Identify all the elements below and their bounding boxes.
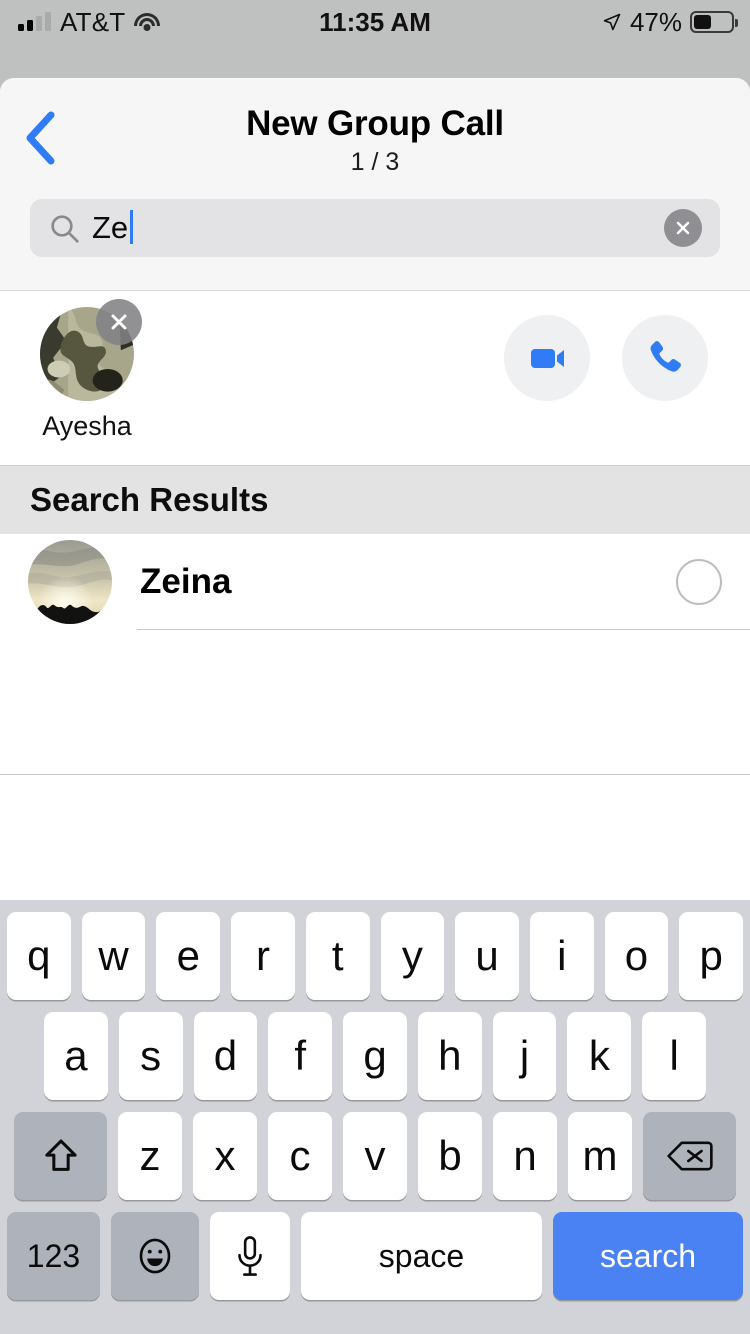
- avatar: [28, 540, 112, 624]
- key-a[interactable]: a: [43, 1012, 108, 1100]
- battery-percent-label: 47%: [629, 6, 682, 37]
- key-w[interactable]: w: [81, 912, 146, 1000]
- phone-screen: AT&T 11:35 AM 47% Edit All Missed: [0, 0, 750, 1334]
- key-e[interactable]: e: [156, 912, 221, 1000]
- numbers-key[interactable]: 123: [7, 1212, 100, 1300]
- backspace-key[interactable]: [643, 1112, 736, 1200]
- circle-unchecked-icon[interactable]: [676, 559, 722, 605]
- text-caret: [130, 210, 134, 244]
- microphone-icon: [238, 1236, 262, 1276]
- keyboard-row-2: a s d f g h j k l: [0, 1012, 750, 1100]
- key-q[interactable]: q: [6, 912, 71, 1000]
- key-c[interactable]: c: [268, 1112, 332, 1200]
- selected-participant-name: Ayesha: [42, 411, 132, 441]
- battery-icon: [690, 11, 738, 33]
- return-search-key[interactable]: search: [553, 1212, 743, 1300]
- list-item-empty: [0, 630, 750, 775]
- key-m[interactable]: m: [568, 1112, 632, 1200]
- keyboard-row-3: z x c v b n m: [0, 1112, 750, 1200]
- emoji-key[interactable]: [111, 1212, 199, 1300]
- dictation-key[interactable]: [210, 1212, 290, 1300]
- key-g[interactable]: g: [343, 1012, 407, 1100]
- key-f[interactable]: f: [268, 1012, 333, 1100]
- key-o[interactable]: o: [604, 912, 669, 1000]
- keyboard-row-4: 123 space search: [0, 1212, 750, 1300]
- remove-x-icon: [111, 314, 127, 330]
- key-x[interactable]: x: [193, 1112, 257, 1200]
- new-group-call-sheet: New Group Call 1 / 3 Ze Ayesha Search Re…: [0, 78, 750, 1334]
- key-k[interactable]: k: [567, 1012, 632, 1100]
- clear-circle-icon: [676, 221, 690, 235]
- search-field[interactable]: Ze: [30, 199, 720, 257]
- key-y[interactable]: y: [380, 912, 445, 1000]
- list-item-name: Zeina: [140, 562, 232, 601]
- location-arrow-icon: [603, 13, 621, 31]
- key-v[interactable]: v: [343, 1112, 407, 1200]
- search-results-header: Search Results: [0, 466, 750, 534]
- search-input[interactable]: Ze: [92, 210, 134, 246]
- page-title: New Group Call: [246, 104, 504, 143]
- video-camera-icon: [531, 349, 564, 368]
- key-l[interactable]: l: [642, 1012, 707, 1100]
- key-t[interactable]: t: [305, 912, 370, 1000]
- list-item[interactable]: Zeina: [0, 534, 750, 630]
- remove-participant-button[interactable]: [96, 299, 142, 345]
- emoji-smiley-icon: [139, 1238, 171, 1274]
- key-d[interactable]: d: [193, 1012, 258, 1100]
- chip-avatar-wrap: [40, 299, 142, 401]
- search-icon: [51, 215, 79, 243]
- space-key[interactable]: space: [301, 1212, 542, 1300]
- key-h[interactable]: h: [417, 1012, 482, 1100]
- key-n[interactable]: n: [493, 1112, 557, 1200]
- selected-participant-chip[interactable]: Ayesha: [32, 299, 142, 442]
- on-screen-keyboard: q w e r t y u i o p a s d f g h j k l z …: [0, 900, 750, 1334]
- backspace-icon: [666, 1141, 713, 1171]
- list-item-empty: [0, 775, 750, 920]
- search-results-list: Zeina: [0, 534, 750, 920]
- key-s[interactable]: s: [118, 1012, 183, 1100]
- photo-sunset-avatar: [28, 540, 112, 624]
- clear-search-button[interactable]: [664, 209, 702, 247]
- key-z[interactable]: z: [118, 1112, 182, 1200]
- shift-arrow-icon: [44, 1139, 77, 1171]
- key-j[interactable]: j: [492, 1012, 557, 1100]
- key-b[interactable]: b: [418, 1112, 482, 1200]
- keyboard-row-1: q w e r t y u i o p: [0, 912, 750, 1000]
- key-r[interactable]: r: [231, 912, 295, 1000]
- video-call-button[interactable]: [504, 315, 590, 401]
- status-bar: AT&T 11:35 AM 47%: [0, 0, 750, 44]
- search-input-value: Ze: [92, 210, 129, 245]
- selected-participants-strip: Ayesha: [0, 291, 750, 466]
- sheet-header: New Group Call 1 / 3 Ze: [0, 78, 750, 291]
- shift-key[interactable]: [14, 1112, 107, 1200]
- key-p[interactable]: p: [679, 912, 744, 1000]
- key-u[interactable]: u: [455, 912, 519, 1000]
- call-action-buttons: [504, 315, 708, 401]
- status-bar-right: 47%: [602, 0, 738, 44]
- participant-counter: 1 / 3: [350, 148, 400, 176]
- key-i[interactable]: i: [529, 912, 594, 1000]
- audio-call-button[interactable]: [622, 315, 708, 401]
- phone-icon: [650, 341, 681, 372]
